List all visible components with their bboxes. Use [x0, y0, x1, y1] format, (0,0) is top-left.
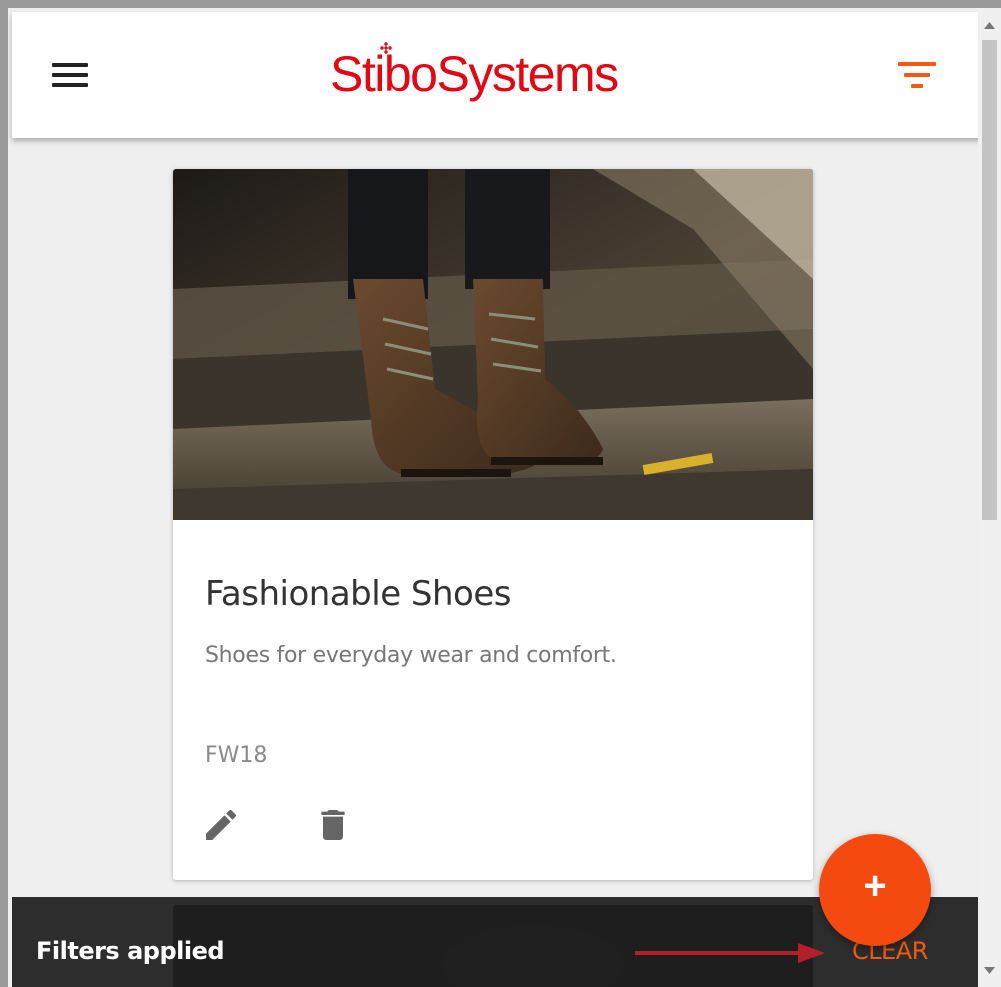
card-code: FW18: [205, 743, 268, 768]
filter-list-icon[interactable]: [896, 62, 938, 94]
stibo-systems-logo: StiboSystems: [330, 42, 690, 104]
scrollbar-thumb[interactable]: [982, 40, 997, 520]
trash-icon: [321, 810, 345, 840]
scroll-down-icon[interactable]: [983, 966, 996, 976]
edit-button[interactable]: [201, 805, 241, 845]
pencil-icon: [206, 809, 237, 840]
menu-icon[interactable]: [52, 59, 92, 93]
snackbar-message: Filters applied: [36, 937, 225, 965]
delete-button[interactable]: [313, 805, 353, 845]
product-image: [173, 169, 813, 520]
card-description: Shoes for everyday wear and comfort.: [205, 643, 617, 668]
product-card[interactable]: Fashionable Shoes Shoes for everyday wea…: [173, 169, 813, 880]
scroll-up-icon[interactable]: [983, 20, 996, 30]
app-viewport: StiboSystems Fashionable Shoes Shoes for…: [8, 8, 1001, 987]
logo-text: StiboSystems: [330, 46, 619, 102]
vertical-scrollbar[interactable]: [978, 8, 1001, 987]
top-app-bar: StiboSystems: [12, 12, 984, 138]
add-button[interactable]: +: [819, 834, 931, 946]
logo-dots-icon: [380, 42, 392, 54]
card-title: Fashionable Shoes: [205, 574, 511, 614]
plus-icon: +: [863, 864, 887, 908]
annotation-arrow-icon: [635, 943, 825, 963]
